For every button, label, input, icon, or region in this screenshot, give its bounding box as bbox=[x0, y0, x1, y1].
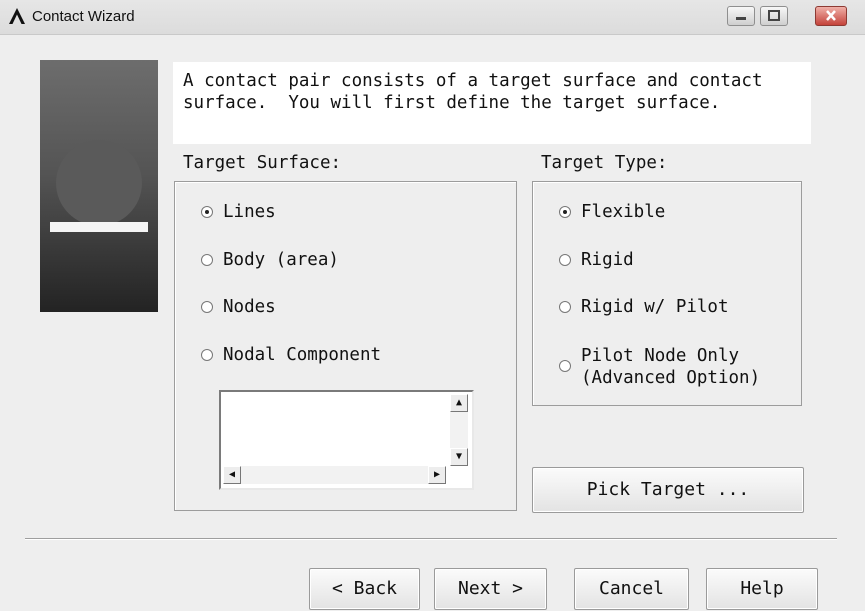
scroll-up-button[interactable]: ▲ bbox=[450, 394, 468, 412]
wizard-image bbox=[40, 60, 158, 312]
instructions-text: A contact pair consists of a target surf… bbox=[173, 62, 811, 144]
close-icon bbox=[826, 10, 836, 21]
advanced-option-label: (Advanced Option) bbox=[581, 368, 761, 388]
radio-rigid-with-pilot[interactable]: Rigid w/ Pilot bbox=[559, 297, 729, 317]
radio-unselected-icon bbox=[201, 254, 213, 266]
radio-selected-icon bbox=[559, 206, 571, 218]
wizard-image-bar bbox=[50, 222, 148, 232]
arrow-up-icon: ▲ bbox=[455, 397, 463, 408]
target-type-label: Target Type: bbox=[541, 153, 668, 173]
radio-nodes[interactable]: Nodes bbox=[201, 297, 276, 317]
arrow-down-icon: ▼ bbox=[455, 451, 463, 462]
window-title: Contact Wizard bbox=[32, 8, 135, 25]
radio-flexible[interactable]: Flexible bbox=[559, 202, 665, 222]
radio-unselected-icon bbox=[559, 360, 571, 372]
radio-unselected-icon bbox=[559, 301, 571, 313]
scroll-right-button[interactable]: ▶ bbox=[428, 466, 446, 484]
radio-unselected-icon bbox=[201, 301, 213, 313]
minimize-button[interactable] bbox=[727, 6, 755, 26]
arrow-left-icon: ◀ bbox=[228, 469, 236, 480]
radio-unselected-icon bbox=[201, 349, 213, 361]
minimize-icon bbox=[736, 17, 746, 20]
footer-separator bbox=[25, 538, 837, 540]
back-button[interactable]: < Back bbox=[309, 568, 420, 610]
help-button[interactable]: Help bbox=[706, 568, 818, 610]
horizontal-scrollbar-track[interactable] bbox=[241, 466, 431, 484]
radio-lines[interactable]: Lines bbox=[201, 202, 276, 222]
radio-body-area[interactable]: Body (area) bbox=[201, 250, 339, 270]
radio-nodal-component[interactable]: Nodal Component bbox=[201, 345, 381, 365]
close-button[interactable] bbox=[815, 6, 847, 26]
radio-pilot-node-only[interactable]: Pilot Node Only (Advanced Option) bbox=[559, 345, 760, 389]
pilot-node-only-label: Pilot Node Only bbox=[581, 346, 740, 366]
maximize-icon bbox=[768, 10, 780, 21]
next-button[interactable]: Next > bbox=[434, 568, 547, 610]
radio-unselected-icon bbox=[559, 254, 571, 266]
vertical-scrollbar-track[interactable] bbox=[450, 412, 468, 452]
target-surface-label: Target Surface: bbox=[183, 153, 342, 173]
scroll-left-button[interactable]: ◀ bbox=[223, 466, 241, 484]
cancel-button[interactable]: Cancel bbox=[574, 568, 689, 610]
ansys-logo-icon bbox=[9, 8, 25, 24]
maximize-button[interactable] bbox=[760, 6, 788, 26]
component-listbox[interactable]: ▲ ▼ ◀ ▶ bbox=[219, 390, 474, 490]
radio-rigid[interactable]: Rigid bbox=[559, 250, 634, 270]
wizard-image-circle bbox=[56, 140, 142, 226]
title-bar: Contact Wizard bbox=[0, 0, 865, 35]
pick-target-button[interactable]: Pick Target ... bbox=[532, 467, 804, 513]
scroll-down-button[interactable]: ▼ bbox=[450, 448, 468, 466]
radio-selected-icon bbox=[201, 206, 213, 218]
arrow-right-icon: ▶ bbox=[433, 469, 441, 480]
